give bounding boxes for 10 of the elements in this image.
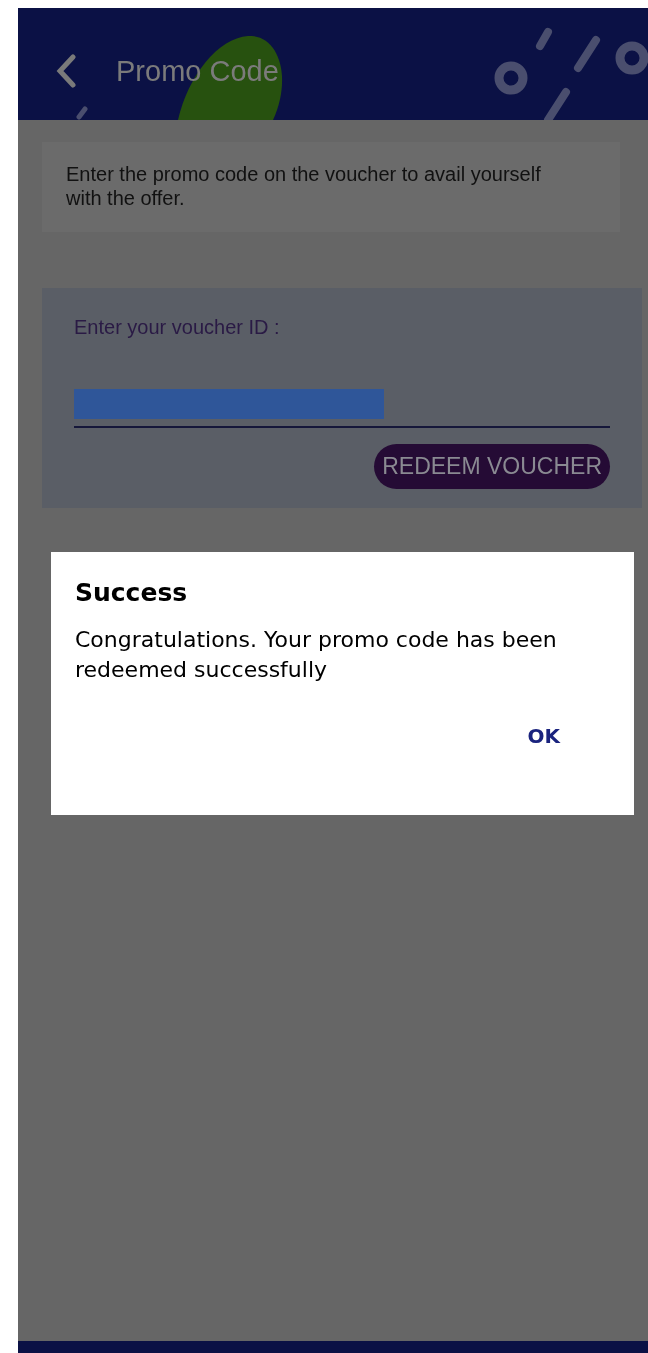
voucher-input-field[interactable]: [74, 389, 610, 428]
screen-title: Promo Code: [116, 54, 279, 88]
redeem-button[interactable]: REDEEM VOUCHER: [374, 444, 610, 489]
ok-button[interactable]: OK: [517, 720, 610, 753]
back-icon[interactable]: [56, 54, 76, 88]
instruction-text: Enter the promo code on the voucher to avail yourself with the offer.: [66, 162, 542, 210]
field-label: Enter your voucher ID :: [74, 316, 281, 339]
dialog-title: Success: [75, 578, 189, 607]
header-dash-drawing: [76, 106, 88, 120]
dialog-message: Congratulations. Your promo code has been redeemed successfully: [75, 626, 558, 684]
